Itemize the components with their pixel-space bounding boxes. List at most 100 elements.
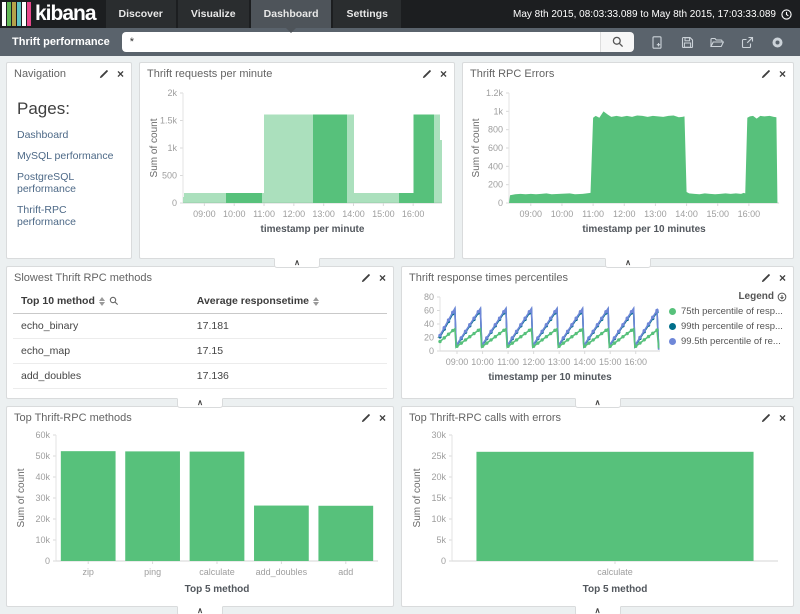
panel-header[interactable]: Thrift response times percentiles × [402,267,793,289]
new-dashboard-button[interactable] [642,30,672,54]
svg-text:11:00: 11:00 [497,357,519,367]
page-link[interactable]: MySQL performance [17,150,121,162]
panel-header[interactable]: Slowest Thrift RPC methods × [7,267,393,289]
svg-text:09:00: 09:00 [193,209,216,219]
close-icon[interactable]: × [779,273,786,283]
legend-header[interactable]: Legend [669,291,787,302]
column-header-responsetime[interactable]: Average responsetime [189,289,387,314]
column-search-icon[interactable] [109,296,119,306]
collapse-button[interactable]: ∧ [575,606,621,614]
svg-text:25k: 25k [431,451,446,461]
search-button[interactable] [600,32,634,52]
collapse-chevron-icon: ∧ [625,260,631,266]
table-row: echo_set17.133 [13,389,387,394]
edit-icon[interactable] [761,413,771,423]
search-icon [612,36,624,48]
page-link[interactable]: Dashboard [17,129,121,141]
svg-text:10:00: 10:00 [551,209,574,219]
collapse-button[interactable]: ∧ [274,258,320,268]
edit-icon[interactable] [361,273,371,283]
svg-text:13:00: 13:00 [547,357,570,367]
edit-icon[interactable] [361,413,371,423]
close-icon[interactable]: × [779,69,786,79]
svg-text:0: 0 [45,556,50,566]
svg-text:1.2k: 1.2k [486,88,504,98]
legend-item[interactable]: 99.5th percentile of re... [669,336,787,347]
svg-text:80: 80 [423,292,433,302]
collapse-chevron-icon: ∧ [595,400,601,406]
nav-tab-discover[interactable]: Discover [106,0,176,28]
panel-header[interactable]: Top Thrift-RPC methods × [7,407,393,429]
panel-header[interactable]: Thrift RPC Errors × [463,63,793,85]
kibana-logo[interactable]: kibana [0,0,106,28]
close-icon[interactable]: × [117,69,124,79]
time-range-text: May 8th 2015, 08:03:33.089 to May 8th 20… [513,9,776,20]
close-icon[interactable]: × [440,69,447,79]
svg-text:20k: 20k [35,514,50,524]
rpc-errors-chart[interactable]: 02004006008001k1.2kSum of count09:0010:0… [463,85,793,241]
edit-icon[interactable] [422,69,432,79]
close-icon[interactable]: × [379,273,386,283]
legend-item[interactable]: 75th percentile of resp... [669,306,787,317]
page-link[interactable]: PostgreSQL performance [17,171,121,195]
legend-color-dot [669,338,676,345]
legend-toggle-icon[interactable] [777,292,787,302]
svg-text:1.5k: 1.5k [160,116,178,126]
column-header-method[interactable]: Top 10 method [13,289,189,314]
sort-icon[interactable] [99,297,105,306]
panel-title: Thrift RPC Errors [470,68,554,80]
page-link[interactable]: Thrift-RPC performance [17,204,121,228]
close-icon[interactable]: × [779,413,786,423]
svg-text:0: 0 [440,556,445,566]
collapse-button[interactable]: ∧ [177,606,223,614]
query-input[interactable] [122,32,600,52]
requests-per-minute-chart[interactable]: 05001k1.5k2kSum of count09:0010:0011:001… [140,85,454,241]
svg-text:timestamp per 10 minutes: timestamp per 10 minutes [488,372,612,383]
collapse-button[interactable]: ∧ [605,258,651,268]
slowest-methods-table: Top 10 method Average responsetime [13,289,387,393]
svg-text:12:00: 12:00 [283,209,306,219]
svg-text:10:00: 10:00 [471,357,494,367]
nav-tab-dashboard[interactable]: Dashboard [251,0,332,28]
svg-text:13:00: 13:00 [312,209,335,219]
top-methods-chart[interactable]: 010k20k30k40k50k60kSum of countzippingca… [7,429,393,601]
collapse-chevron-icon: ∧ [294,260,300,266]
nav-tab-settings[interactable]: Settings [333,0,400,28]
collapse-button[interactable]: ∧ [177,398,223,408]
panel-top-errors: Top Thrift-RPC calls with errors × 05k10… [401,406,794,607]
collapse-button[interactable]: ∧ [575,398,621,408]
svg-text:12:00: 12:00 [613,209,636,219]
legend-item[interactable]: 99th percentile of resp... [669,321,787,332]
query-bar [122,32,634,52]
edit-icon[interactable] [761,273,771,283]
panel-header[interactable]: Thrift requests per minute × [140,63,454,85]
share-dashboard-button[interactable] [732,30,762,54]
svg-text:ping: ping [144,567,161,577]
panel-header[interactable]: Navigation × [7,63,131,85]
table-cell: 17.181 [189,314,387,339]
legend-color-dot [669,323,676,330]
svg-text:15k: 15k [431,493,446,503]
edit-icon[interactable] [761,69,771,79]
column-label: Average responsetime [197,295,309,307]
panel-title: Slowest Thrift RPC methods [14,272,152,284]
svg-text:60k: 60k [35,430,50,440]
dashboard-options-button[interactable] [762,30,792,54]
svg-text:40: 40 [423,319,433,329]
kibana-logo-bars-icon [2,2,31,26]
nav-tab-visualize[interactable]: Visualize [178,0,249,28]
time-range-picker[interactable]: May 8th 2015, 08:03:33.089 to May 8th 20… [513,0,800,28]
top-errors-chart[interactable]: 05k10k15k20k25k30kSum of countcalculateT… [402,429,793,601]
clock-icon [781,9,792,20]
percentiles-chart[interactable]: 02040608009:0010:0011:0012:0013:0014:001… [408,289,669,385]
load-dashboard-button[interactable] [702,30,732,54]
sort-icon[interactable] [313,297,319,306]
table-row: echo_map17.15 [13,339,387,364]
panel-thrift-requests: Thrift requests per minute × 05001k1.5k2… [139,62,455,259]
table-cell: echo_map [13,339,189,364]
panel-header[interactable]: Top Thrift-RPC calls with errors × [402,407,793,429]
close-icon[interactable]: × [379,413,386,423]
save-dashboard-button[interactable] [672,30,702,54]
edit-icon[interactable] [99,69,109,79]
svg-text:12:00: 12:00 [522,357,545,367]
